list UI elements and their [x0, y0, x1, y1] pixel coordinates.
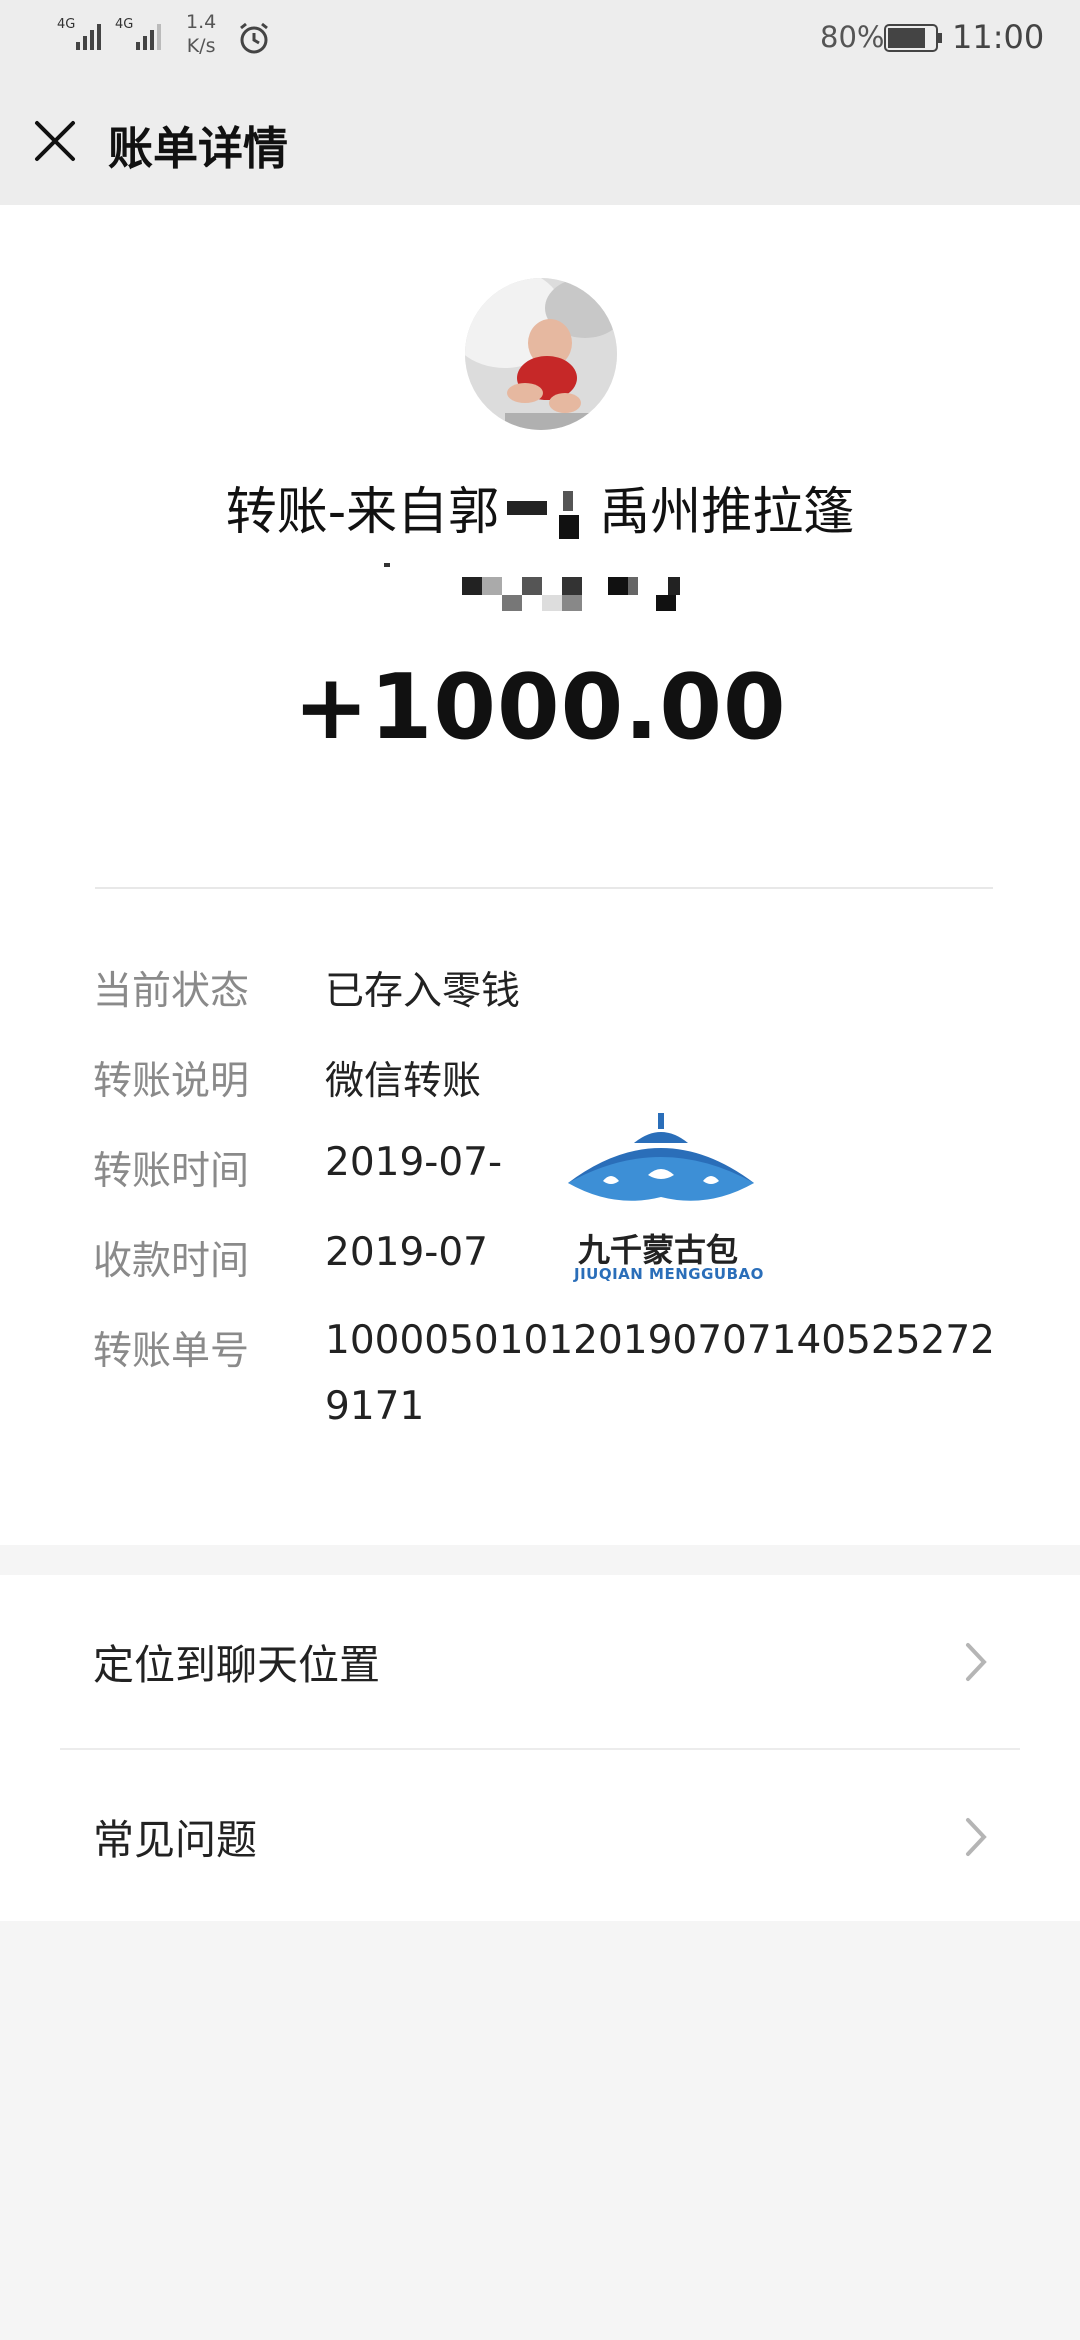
- chevron-right-icon: [966, 1818, 987, 1856]
- network-speed-value: 1.4: [186, 11, 217, 33]
- redaction-mosaic-line2: [384, 563, 680, 611]
- watermark-subtext: JIUQIAN MENGGUBAO: [574, 1265, 764, 1283]
- detail-label: 转账单号: [93, 1329, 250, 1374]
- redaction-mosaic: [499, 491, 600, 539]
- signal-icon-1: [76, 24, 101, 50]
- divider: [95, 887, 993, 889]
- transfer-detail-card: 转账-来自郭 禹州推拉篷 +1000.00 当前状态 已存入零钱 转账说明 微信…: [0, 205, 1080, 1545]
- detail-label: 转账说明: [93, 1059, 250, 1104]
- detail-label: 收款时间: [93, 1239, 250, 1284]
- payer-name: 转账-来自郭 禹州推拉篷: [0, 470, 1080, 544]
- menu-card: 定位到聊天位置 常见问题: [0, 1575, 1080, 1921]
- network-speed-unit: K/s: [186, 35, 216, 57]
- detail-value: 2019-07: [325, 1230, 488, 1275]
- transfer-amount: +1000.00: [293, 655, 787, 760]
- yurt-logo-icon: [568, 1113, 754, 1201]
- nav-bar: 账单详情: [0, 80, 1080, 205]
- network-type-2: 4G: [115, 17, 134, 32]
- battery-icon: [884, 24, 942, 52]
- avatar-image: [465, 278, 617, 430]
- payer-name-suffix: 禹州推拉篷: [599, 483, 855, 542]
- detail-label: 转账时间: [93, 1149, 250, 1194]
- payer-name-prefix: 转账-来自郭: [225, 483, 500, 542]
- close-icon[interactable]: [30, 116, 80, 166]
- signal-icon-2: [136, 24, 161, 50]
- avatar: [465, 278, 617, 430]
- page-title: 账单详情: [108, 122, 289, 175]
- network-speed: 1.4 K/s: [186, 10, 216, 58]
- detail-value: 已存入零钱: [325, 969, 521, 1014]
- clock-time: 11:00: [952, 18, 1045, 56]
- watermark-logo: 九千蒙古包 JIUQIAN MENGGUBAO: [548, 1113, 788, 1283]
- chevron-right-icon: [966, 1643, 987, 1681]
- detail-value: 2019-07-: [325, 1140, 503, 1185]
- section-gap: [0, 1545, 1080, 1575]
- detail-label: 当前状态: [93, 969, 250, 1014]
- status-bar: 4G 4G 1.4 K/s 80% 11:00: [0, 0, 1080, 80]
- alarm-icon: [240, 22, 268, 54]
- detail-value: 1000050101201907071405252729171: [325, 1318, 995, 1429]
- network-type-1: 4G: [57, 17, 76, 32]
- locate-chat-button[interactable]: 定位到聊天位置: [0, 1575, 1080, 1750]
- faq-button[interactable]: 常见问题: [0, 1750, 1080, 1923]
- menu-label: 定位到聊天位置: [93, 1641, 380, 1689]
- detail-value: 微信转账: [325, 1059, 482, 1104]
- battery-percent: 80%: [820, 20, 885, 54]
- menu-label: 常见问题: [93, 1816, 257, 1864]
